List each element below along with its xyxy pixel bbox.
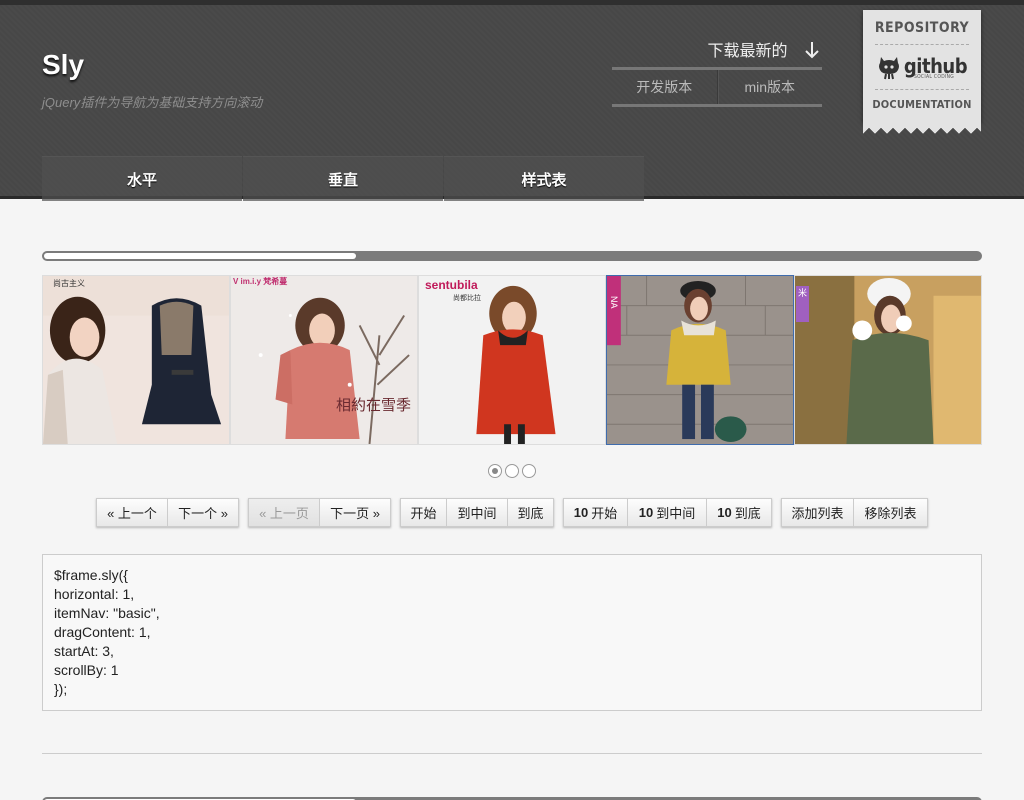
add-item-button[interactable]: 添加列表 [781,498,854,527]
slide-brand: 尚古主义 [53,279,85,288]
download-links: 开发版本 min版本 [612,67,822,107]
slide-item[interactable]: V im.i.y 梵希蔓 相約在雪季 [230,275,418,445]
to-start-10-button[interactable]: 10 开始 [563,498,628,527]
coat-photo [607,276,793,444]
scrollbar-handle[interactable] [44,253,356,259]
code-line: scrollBy: 1 [54,662,119,678]
download-title: 下载最新的 [612,37,822,61]
slide-item-active[interactable]: NA [606,275,794,445]
code-line: }); [54,681,68,697]
ribbon-divider [875,44,969,45]
item-nav-group: « 上一个 下一个 » [96,498,239,527]
page-dot-1[interactable] [488,464,502,478]
to-start-button[interactable]: 开始 [400,498,447,527]
site-logo[interactable]: Sly [42,49,84,81]
page-dot-2[interactable] [505,464,519,478]
page-dot-3[interactable] [522,464,536,478]
jump-group: 开始 到中间 到底 [400,498,554,527]
to-center-10-button[interactable]: 10 到中间 [628,498,707,527]
to-end-button[interactable]: 到底 [508,498,554,527]
slide-brand-sub: 尚都比拉 [453,295,481,302]
slide-item[interactable]: 米 [794,275,982,445]
coat-photo [419,276,605,444]
site-tagline: jQuery插件为导航为基础支持方向滚动 [42,95,263,110]
jump10-group: 10 开始 10 到中间 10 到底 [563,498,772,527]
list-group: 添加列表 移除列表 [781,498,928,527]
sly-frame[interactable]: 尚古主义 V im.i.y 梵希蔓 相約在雪季 sentubila 尚都比拉 N… [42,275,982,445]
next-item-button[interactable]: 下一个 » [168,498,239,527]
slide-item[interactable]: 尚古主义 [42,275,230,445]
next-page-button[interactable]: 下一页 » [320,498,391,527]
slide-caption: 相約在雪季 [336,396,412,414]
repository-link[interactable]: REPOSITORY [863,10,981,42]
github-ribbon[interactable]: REPOSITORY github SOCIAL CODING DOCUMENT… [863,10,981,134]
ribbon-divider [875,89,969,90]
button-label: 到中间 [656,506,696,521]
slide-brand: sentubila [425,278,478,292]
prev-item-button[interactable]: « 上一个 [96,498,168,527]
site-header: Sly jQuery插件为导航为基础支持方向滚动 下载最新的 开发版本 min版… [0,0,1024,201]
slide-item[interactable]: sentubila 尚都比拉 [418,275,606,445]
button-num: 10 [573,505,589,520]
documentation-link[interactable]: DOCUMENTATION [863,92,981,111]
to-center-button[interactable]: 到中间 [447,498,508,527]
section-divider [42,753,982,754]
tab-horizontal[interactable]: 水平 [42,156,242,201]
code-line: startAt: 3, [54,643,114,659]
scrollbar[interactable] [42,251,982,261]
button-label: 到底 [734,506,761,521]
button-num: 10 [717,505,732,520]
main-nav: 水平 垂直 样式表 [42,156,645,201]
remove-item-button[interactable]: 移除列表 [854,498,928,527]
code-line: dragContent: 1, [54,624,151,640]
code-line: itemNav: "basic", [54,605,160,621]
arrow-down-icon [805,42,819,59]
pagination [488,464,536,478]
code-block: $frame.sly({ horizontal: 1, itemNav: "ba… [42,554,982,711]
tab-vertical[interactable]: 垂直 [243,156,443,201]
button-num: 10 [638,505,654,520]
slide-brand: NA [609,296,619,309]
download-dev-link[interactable]: 开发版本 [612,70,717,104]
tab-stylesheet[interactable]: 样式表 [444,156,644,201]
slide-brand: V im.i.y 梵希蔓 [233,277,288,286]
download-title-text: 下载最新的 [707,43,788,60]
code-line: horizontal: 1, [54,586,135,602]
coat-photo [43,276,229,444]
button-label: 开始 [591,506,618,521]
octocat-icon [878,57,899,80]
coat-photo [795,276,981,444]
page-nav-group: « 上一页 下一页 » [248,498,391,527]
download-min-link[interactable]: min版本 [716,70,823,104]
github-logo[interactable]: github SOCIAL CODING [863,47,981,87]
to-end-10-button[interactable]: 10 到底 [707,498,772,527]
code-line: $frame.sly({ [54,567,128,583]
prev-page-button[interactable]: « 上一页 [248,498,320,527]
download-box: 下载最新的 开发版本 min版本 [612,37,822,107]
control-bar: « 上一个 下一个 » « 上一页 下一页 » 开始 到中间 到底 10 开始 … [96,498,937,527]
coat-photo [231,276,417,444]
slide-brand: 米 [796,286,809,322]
